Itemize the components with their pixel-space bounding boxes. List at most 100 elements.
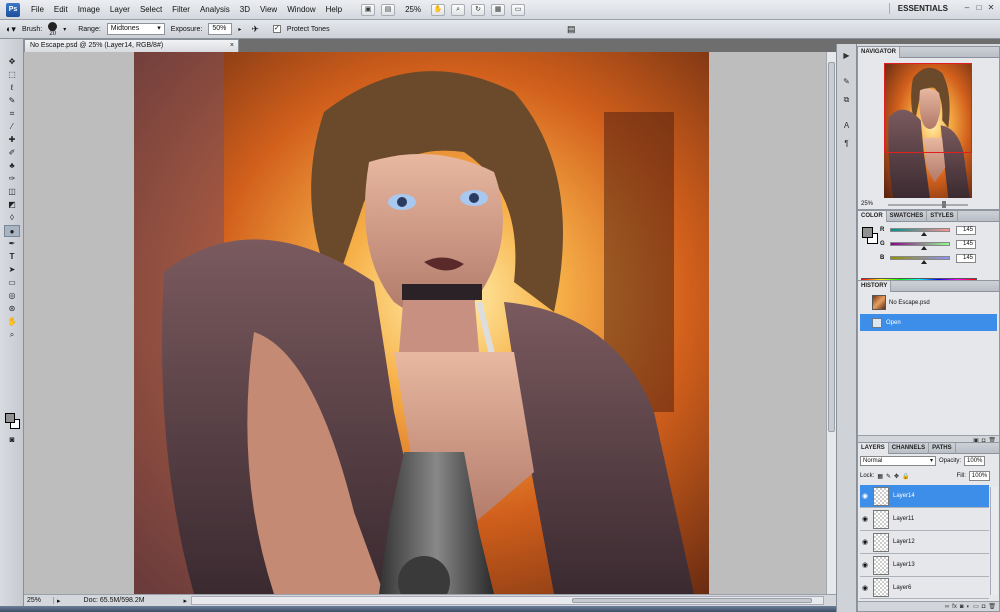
foreground-color-swatch[interactable] [5,413,15,423]
layer-row[interactable]: ◉ Layer14 [860,485,989,508]
green-value[interactable]: 145 [956,239,976,249]
path-selection-tool-icon[interactable]: ➤ [4,264,20,276]
navigator-preview[interactable] [884,63,972,198]
lock-position-icon[interactable]: ✥ [894,473,899,480]
zoom-tool-icon[interactable]: ⌕ [451,3,466,16]
range-select[interactable]: Midtones ▾ [106,23,165,35]
navigator-zoom-knob[interactable] [942,201,946,208]
artwork-canvas[interactable] [134,52,709,594]
menu-select[interactable]: Select [135,0,167,20]
screen-mode-icon[interactable]: ▭ [511,3,526,16]
eye-icon[interactable]: ◉ [860,515,870,523]
close-button[interactable]: ✕ [986,3,996,14]
close-icon[interactable]: × [230,40,234,52]
paragraph-panel-icon[interactable]: ¶ [840,138,853,150]
menu-file[interactable]: File [26,0,49,20]
layer-row[interactable]: ◉ Layer6 [860,577,989,599]
gradient-tool-icon[interactable]: ◩ [4,199,20,211]
brush-tool-icon[interactable]: ✐ [4,147,20,159]
lasso-tool-icon[interactable]: ℓ [4,82,20,94]
marquee-tool-icon[interactable]: ⬚ [4,69,20,81]
hand-tool-icon[interactable]: ✋ [4,316,20,328]
eraser-tool-icon[interactable]: ◫ [4,186,20,198]
tab-styles[interactable]: STYLES [927,210,958,222]
layer-row[interactable]: ◉ Layer11 [860,508,989,531]
3d-rotate-tool-icon[interactable]: ◎ [4,290,20,302]
delete-icon[interactable]: 🗑 [988,603,996,610]
zoom-tool-icon[interactable]: ⌕ [4,329,20,341]
menu-3d[interactable]: 3D [235,0,255,20]
red-slider[interactable] [890,228,950,236]
tab-swatches[interactable]: SWATCHES [887,210,928,222]
menu-filter[interactable]: Filter [167,0,195,20]
menu-view[interactable]: View [255,0,282,20]
shape-tool-icon[interactable]: ▭ [4,277,20,289]
dodge-tool-preset-icon[interactable]: ◐▾ [6,24,16,35]
play-actions-icon[interactable]: ▶ [840,50,853,62]
green-slider-knob[interactable] [921,246,927,250]
exposure-input[interactable]: 50% [208,23,233,35]
horizontal-scrollbar[interactable] [191,596,824,605]
menu-image[interactable]: Image [73,0,105,20]
arrange-documents-icon[interactable]: ▦ [491,3,506,16]
add-mask-icon[interactable]: ◙ [960,604,964,610]
healing-brush-tool-icon[interactable]: ✚ [4,134,20,146]
document-tab[interactable]: No Escape.psd @ 25% (Layer14, RGB/8#) × [24,39,239,52]
bridge-icon[interactable]: ▣ [361,3,376,16]
clone-stamp-tool-icon[interactable]: ♣ [4,160,20,172]
brush-picker[interactable]: 20 [48,21,58,37]
history-state-open[interactable]: Open [860,314,997,331]
menu-window[interactable]: Window [282,0,320,20]
brush-dropdown-icon[interactable]: ▾ [63,26,66,33]
vertical-scrollbar[interactable] [826,52,836,594]
history-snapshot[interactable]: No Escape.psd [860,294,997,311]
view-extras-icon[interactable]: ▤ [381,3,396,16]
history-brush-tool-icon[interactable]: ✑ [4,173,20,185]
workspace-switcher[interactable]: ESSENTIALS [888,3,956,14]
lock-transparent-icon[interactable]: ▦ [877,473,883,480]
fill-input[interactable]: 100% [968,471,991,481]
brush-panel-icon[interactable]: ✎ [840,76,853,88]
tab-history[interactable]: HISTORY [858,280,892,292]
blend-mode-select[interactable]: Normal ▾ [860,456,936,466]
eye-icon[interactable]: ◉ [860,492,870,500]
layer-row[interactable]: ◉ Layer13 [860,554,989,577]
lock-all-icon[interactable]: 🔒 [902,473,909,480]
tab-layers[interactable]: LAYERS [858,442,889,454]
link-layers-icon[interactable]: ∞ [945,604,949,610]
tab-color[interactable]: COLOR [858,210,887,222]
menu-analysis[interactable]: Analysis [195,0,235,20]
eyedropper-tool-icon[interactable]: ⁄ [4,121,20,133]
tab-paths[interactable]: PATHS [929,442,956,454]
move-tool-icon[interactable]: ✥ [4,56,20,68]
opacity-input[interactable]: 100% [964,456,986,466]
new-group-icon[interactable]: ▭ [973,603,979,610]
vertical-scroll-thumb[interactable] [828,62,835,432]
new-layer-icon[interactable]: ◘ [982,604,986,610]
adjustment-layer-icon[interactable]: ◐ [966,604,970,610]
layer-style-icon[interactable]: fx [952,604,957,610]
green-slider[interactable] [890,242,950,250]
tab-navigator[interactable]: NAVIGATOR [858,46,901,58]
status-menu-icon[interactable]: ▸ [184,597,192,605]
navigator-zoom[interactable]: 25% [861,201,873,207]
navigator-zoom-slider[interactable] [888,201,968,208]
crop-tool-icon[interactable]: ⌗ [4,108,20,120]
quick-selection-tool-icon[interactable]: ✎ [4,95,20,107]
character-panel-icon[interactable]: A [840,120,853,132]
protect-tones-checkbox[interactable]: ✓ [272,25,281,33]
blue-value[interactable]: 145 [956,253,976,263]
clone-source-icon[interactable]: ⧉ [840,94,853,106]
maximize-button[interactable]: □ [974,3,984,14]
navigator-view-box[interactable] [884,63,972,153]
layers-scrollbar[interactable] [990,487,998,595]
red-value[interactable]: 145 [956,225,976,235]
dodge-tool-icon[interactable]: ● [4,225,20,237]
layer-row[interactable]: ◉ Layer12 [860,531,989,554]
color-foreground-swatch[interactable] [862,227,873,238]
zoom-level[interactable]: 25% [401,5,425,14]
status-info-icon[interactable]: ▸ [54,597,64,605]
blue-slider[interactable] [890,256,950,264]
type-tool-icon[interactable]: T [4,251,20,263]
menu-edit[interactable]: Edit [49,0,73,20]
